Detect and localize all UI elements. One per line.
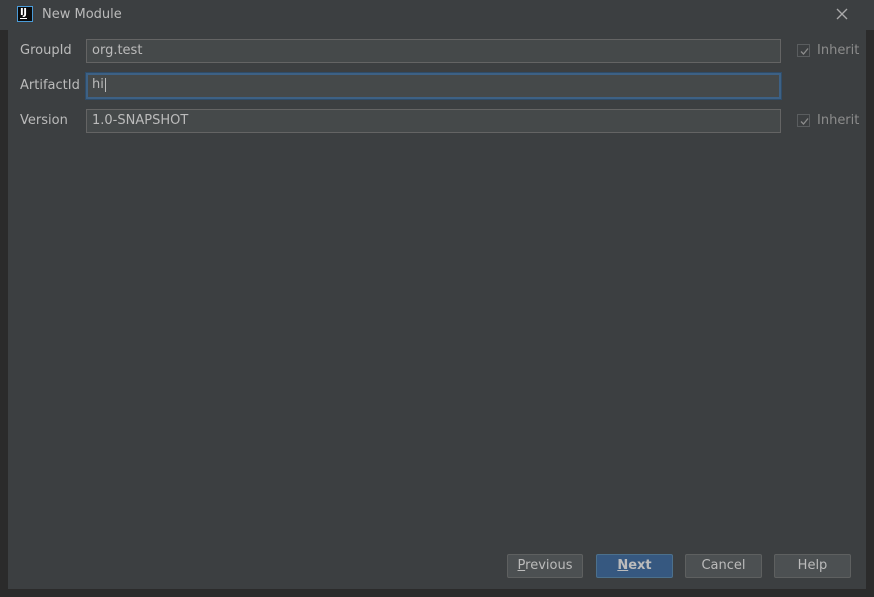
intellij-icon: IJ <box>17 6 33 22</box>
artifactid-label: ArtifactId <box>20 78 80 93</box>
window-frame-left <box>0 30 8 597</box>
version-field[interactable]: 1.0-SNAPSHOT <box>86 109 781 133</box>
window-frame-right <box>866 30 874 597</box>
inherit-label: Inherit <box>817 43 860 58</box>
groupid-field[interactable]: org.test <box>86 39 781 63</box>
previous-label-rest: revious <box>525 558 573 573</box>
checkmark-icon <box>800 118 809 125</box>
close-icon <box>836 8 848 20</box>
checkbox-box[interactable] <box>797 114 810 127</box>
next-button[interactable]: Next <box>596 554 673 578</box>
checkmark-icon <box>800 48 809 55</box>
text-caret <box>104 77 106 92</box>
artifactid-field[interactable]: hi <box>86 73 781 99</box>
window-frame-bottom <box>0 589 874 597</box>
cancel-button[interactable]: Cancel <box>685 554 762 578</box>
next-label-rest: ext <box>628 558 652 573</box>
close-button[interactable] <box>832 4 852 24</box>
version-label: Version <box>20 113 68 128</box>
groupid-label: GroupId <box>20 43 72 58</box>
artifactid-value: hi <box>92 77 104 92</box>
title-bar: IJ New Module <box>0 0 874 30</box>
previous-button[interactable]: Previous <box>507 554 583 578</box>
inherit-label: Inherit <box>817 113 860 128</box>
previous-mnemonic: P <box>517 558 526 573</box>
checkbox-box[interactable] <box>797 44 810 57</box>
window-title: New Module <box>42 7 122 22</box>
new-module-dialog: IJ New Module GroupId org.test Inherit A… <box>0 0 874 597</box>
next-mnemonic: N <box>617 558 629 573</box>
help-button[interactable]: Help <box>774 554 851 578</box>
